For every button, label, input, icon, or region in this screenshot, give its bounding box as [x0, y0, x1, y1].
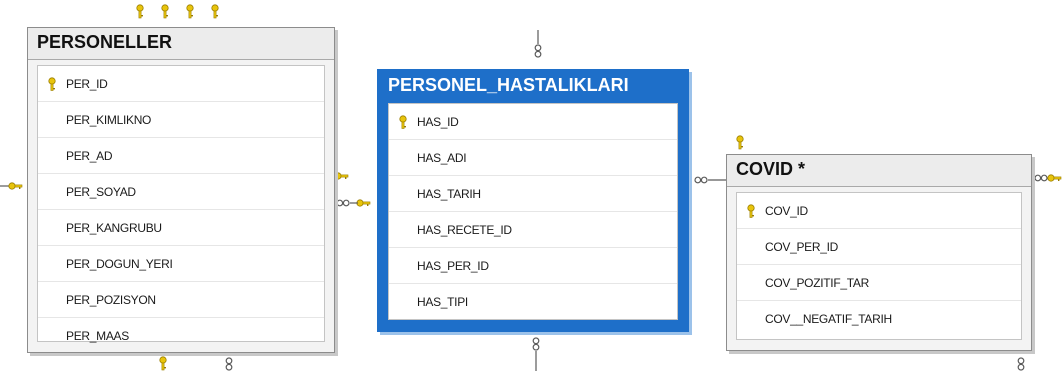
column-name: HAS_TARIH: [417, 186, 481, 201]
infinity-icon: [336, 199, 350, 207]
primary-key-icon: [389, 114, 417, 129]
infinity-icon: [694, 176, 708, 184]
infinity-icon: [532, 337, 540, 351]
table-covid[interactable]: COVID * COV_ID COV_PER_ID COV_POZITIF_TAR C…: [726, 154, 1032, 351]
infinity-icon: [1017, 357, 1025, 371]
table-title[interactable]: PERSONEL_HASTALIKLARI: [379, 71, 687, 103]
column-row[interactable]: COV_POZITIF_TAR: [737, 265, 1021, 301]
column-row[interactable]: PER_ID: [38, 66, 324, 102]
column-name: COV_PER_ID: [765, 239, 839, 254]
key-icon: [186, 4, 194, 19]
infinity-icon: [225, 357, 233, 371]
column-row[interactable]: HAS_PER_ID: [389, 248, 677, 284]
key-icon: [8, 182, 23, 190]
column-row[interactable]: PER_KIMLIKNO: [38, 102, 324, 138]
column-row[interactable]: PER_KANGRUBU: [38, 210, 324, 246]
key-icon: [356, 199, 371, 207]
column-row[interactable]: PER_SOYAD: [38, 174, 324, 210]
column-row[interactable]: PER_MAAS: [38, 318, 324, 354]
column-row[interactable]: PER_DOGUN_YERI: [38, 246, 324, 282]
column-name: PER_KANGRUBU: [66, 220, 162, 235]
column-name: PER_KIMLIKNO: [66, 112, 152, 127]
column-row[interactable]: PER_AD: [38, 138, 324, 174]
column-name: HAS_ID: [417, 114, 459, 129]
column-name: PER_AD: [66, 148, 113, 163]
column-name: COV_POZITIF_TAR: [765, 275, 869, 290]
column-name: COV__NEGATIF_TARIH: [765, 312, 892, 326]
key-icon: [334, 172, 349, 180]
table-title[interactable]: COVID *: [727, 155, 1031, 187]
column-row[interactable]: HAS_TIPI: [389, 284, 677, 320]
column-row[interactable]: PER_POZISYON: [38, 282, 324, 318]
column-name: PER_SOYAD: [66, 184, 136, 199]
key-icon: [161, 4, 169, 19]
column-row[interactable]: COV_PER_ID: [737, 229, 1021, 265]
key-icon: [736, 135, 744, 150]
infinity-icon: [534, 44, 542, 58]
column-name: PER_MAAS: [66, 329, 129, 343]
column-row[interactable]: HAS_TARIH: [389, 176, 677, 212]
column-row[interactable]: HAS_RECETE_ID: [389, 212, 677, 248]
primary-key-icon: [38, 76, 66, 91]
key-icon: [159, 356, 167, 371]
table-title[interactable]: PERSONELLER: [28, 28, 334, 60]
column-name: HAS_TIPI: [417, 295, 468, 309]
column-name: PER_ID: [66, 76, 108, 91]
column-list: PER_ID PER_KIMLIKNO PER_AD PER_SOYAD PER_KAN…: [37, 65, 325, 343]
column-name: HAS_PER_ID: [417, 258, 489, 273]
column-list: HAS_ID HAS_ADI HAS_TARIH HAS_RECETE_ID HAS_P…: [388, 103, 678, 320]
column-name: HAS_RECETE_ID: [417, 222, 512, 237]
key-icon: [136, 4, 144, 19]
column-name: COV_ID: [765, 203, 808, 218]
column-name: PER_POZISYON: [66, 292, 156, 307]
infinity-icon: [1034, 174, 1048, 182]
table-personeller[interactable]: PERSONELLER PER_ID PER_KIMLIKNO PER_AD PER_…: [27, 27, 335, 353]
table-personel-hastaliklari[interactable]: PERSONEL_HASTALIKLARI HAS_ID HAS_ADI HAS_T…: [377, 69, 689, 332]
column-name: PER_DOGUN_YERI: [66, 256, 173, 271]
key-icon: [1047, 174, 1062, 182]
column-name: HAS_ADI: [417, 150, 467, 165]
primary-key-icon: [737, 203, 765, 218]
column-list: COV_ID COV_PER_ID COV_POZITIF_TAR COV__NEGA…: [736, 192, 1022, 340]
column-row[interactable]: COV_ID: [737, 193, 1021, 229]
column-row[interactable]: COV__NEGATIF_TARIH: [737, 301, 1021, 337]
key-icon: [211, 4, 219, 19]
column-row[interactable]: HAS_ID: [389, 104, 677, 140]
column-row[interactable]: HAS_ADI: [389, 140, 677, 176]
